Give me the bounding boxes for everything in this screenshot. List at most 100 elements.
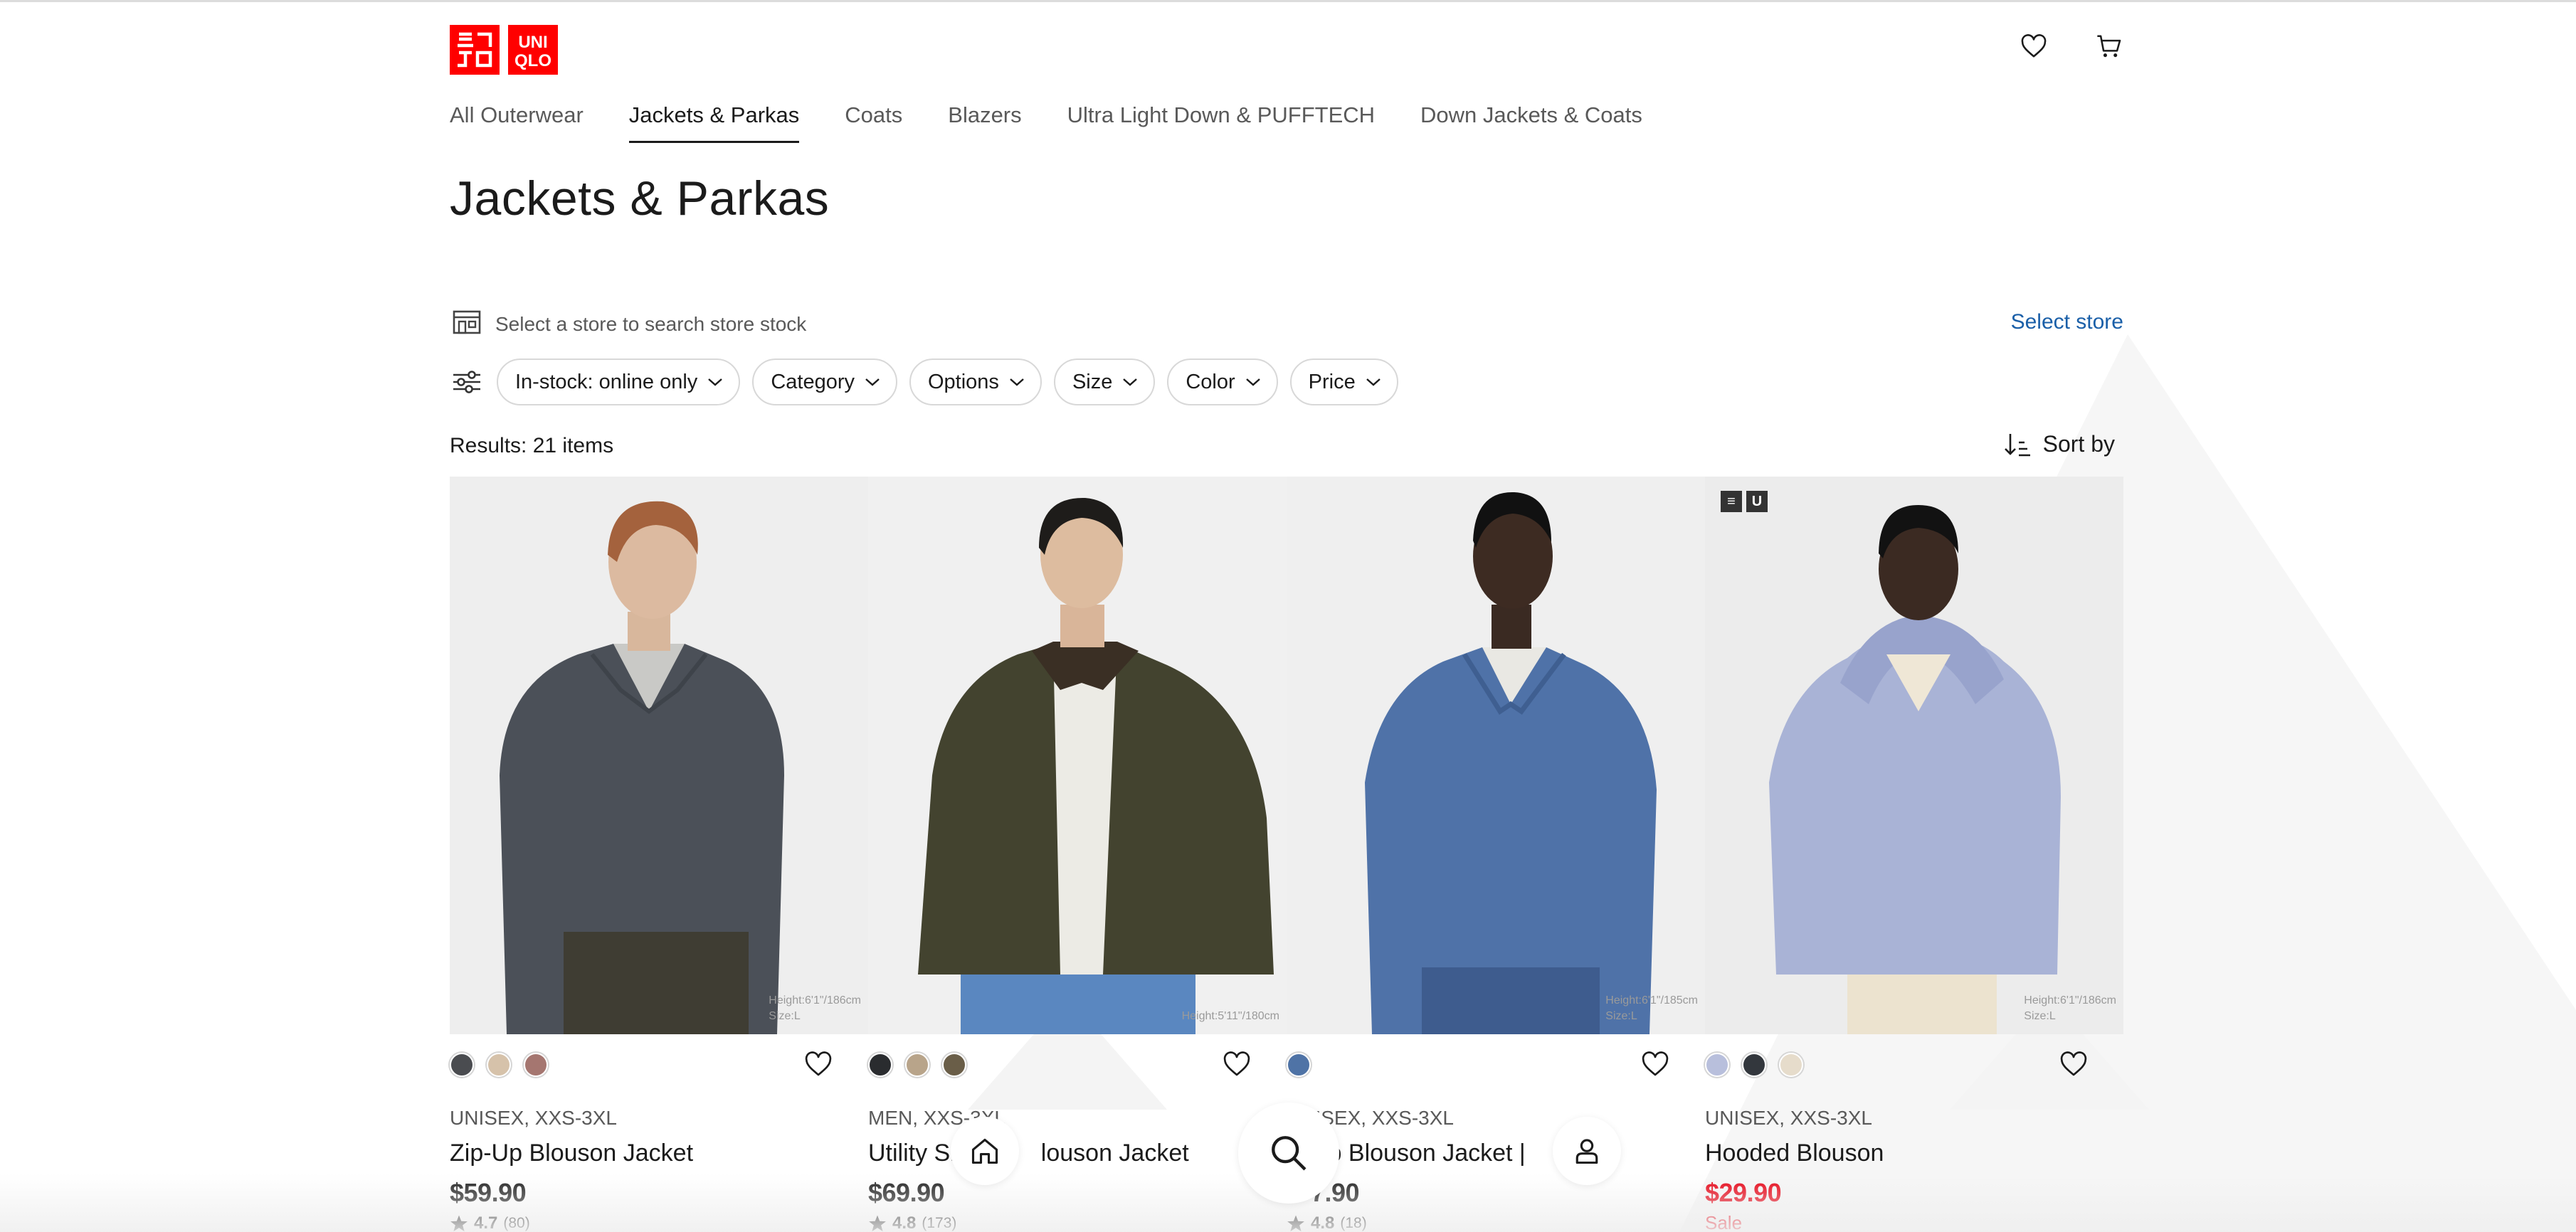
rating-value: 4.8 (892, 1214, 917, 1232)
heart-icon[interactable] (804, 1050, 833, 1078)
color-swatch[interactable] (524, 1053, 548, 1077)
results-row: Results: 21 items Sort by (450, 431, 2123, 460)
rating-value: 4.7 (474, 1214, 498, 1232)
product-name[interactable]: Hooded Blouson (1705, 1140, 1884, 1167)
search-button[interactable] (1238, 1103, 1339, 1204)
color-swatch[interactable] (942, 1053, 966, 1077)
product-rating: 4.8 (173) (868, 1214, 956, 1232)
heart-icon[interactable] (1223, 1050, 1251, 1078)
model-height: Height:6'1"/186cm (2024, 994, 2116, 1007)
badge-u: U (1746, 491, 1768, 512)
category-tabs: All Outerwear Jackets & Parkas Coats Bla… (450, 100, 1688, 145)
color-swatch[interactable] (1779, 1053, 1803, 1077)
chevron-down-icon (1366, 378, 1381, 386)
logo-block-latin: UNI QLO (508, 25, 558, 75)
model-info: Height:5'11"/180cm (1182, 1009, 1279, 1024)
home-button[interactable] (951, 1117, 1019, 1185)
color-swatches (450, 1053, 548, 1077)
model-info: Height:6'1"/186cm Size:L (769, 993, 861, 1024)
heart-icon[interactable] (1641, 1050, 1669, 1078)
product-rating: 4.8 (18) (1287, 1214, 1367, 1232)
badge-mark: ≡ (1721, 491, 1742, 512)
uniqlo-logo[interactable]: UNI QLO (450, 25, 558, 75)
filter-instock-chip[interactable]: In-stock: online only (497, 359, 741, 405)
tab-all-outerwear[interactable]: All Outerwear (450, 100, 584, 145)
color-swatches (1287, 1053, 1311, 1077)
product-name[interactable]: Zip-Up Blouson Jacket (450, 1140, 693, 1167)
product-name[interactable]: Utility Sl louson Jacket (868, 1140, 1189, 1167)
sort-by-button[interactable]: Sort by (2003, 431, 2115, 457)
product-price: $69.90 (868, 1178, 945, 1207)
cart-button[interactable] (2095, 32, 2123, 60)
model-photo-placeholder (450, 477, 868, 1034)
color-swatch[interactable] (1705, 1053, 1729, 1077)
product-image[interactable]: ≡ U Height:6'1"/186cm Size:L (1705, 477, 2123, 1034)
filter-bar: In-stock: online only Category Options S… (450, 359, 1410, 405)
rating-value: 4.8 (1311, 1214, 1335, 1232)
review-count: (18) (1340, 1215, 1367, 1231)
wishlist-button[interactable] (2020, 32, 2048, 60)
color-swatch[interactable] (905, 1053, 929, 1077)
results-count: Results: 21 items (450, 434, 614, 457)
tab-ultra-light-down[interactable]: Ultra Light Down & PUFFTECH (1067, 100, 1375, 145)
product-card[interactable]: Height:6'1"/185cm Size:L UNISEX, XXS-3XL … (1287, 477, 1705, 1232)
model-info: Height:6'1"/186cm Size:L (2024, 993, 2116, 1024)
tab-coats[interactable]: Coats (845, 100, 902, 145)
color-swatch[interactable] (868, 1053, 892, 1077)
model-height: Height:6'1"/185cm (1605, 994, 1698, 1007)
color-swatch[interactable] (450, 1053, 474, 1077)
store-prompt: Select a store to search store stock (495, 313, 807, 335)
tab-jackets-parkas[interactable]: Jackets & Parkas (628, 100, 800, 145)
model-size: Size:L (769, 1010, 801, 1022)
filter-size-chip[interactable]: Size (1053, 359, 1156, 405)
filter-category-chip[interactable]: Category (752, 359, 897, 405)
filter-settings-button[interactable] (451, 366, 482, 398)
color-swatch[interactable] (1742, 1053, 1766, 1077)
heart-icon[interactable] (2059, 1050, 2088, 1078)
model-photo-placeholder (1287, 477, 1705, 1034)
logo-line-2: QLO (514, 51, 551, 70)
sale-label: Sale (1705, 1212, 1743, 1232)
product-card[interactable]: ≡ U Height:6'1"/186cm Size:L UNISEX, XXS-3… (1705, 477, 2123, 1232)
product-sale-price: $29.90 (1705, 1178, 1782, 1207)
model-height: Height:6'1"/186cm (769, 994, 861, 1007)
product-card[interactable]: Height:5'11"/180cm MEN, XXS-3XL Utility … (868, 477, 1287, 1232)
page-title: Jackets & Parkas (450, 171, 830, 225)
review-count: (173) (922, 1215, 957, 1231)
color-swatch[interactable] (1287, 1053, 1311, 1077)
product-badge: ≡ U (1721, 491, 1768, 512)
chevron-down-icon (708, 378, 723, 386)
review-count: (80) (503, 1215, 530, 1231)
filter-label: Category (771, 370, 855, 393)
product-rating: 4.7 (80) (450, 1214, 530, 1232)
heart-icon (2021, 34, 2047, 58)
filter-options-chip[interactable]: Options (909, 359, 1042, 405)
star-icon (869, 1215, 886, 1232)
filter-label: Size (1072, 370, 1113, 393)
header-actions (2020, 32, 2123, 60)
logo-line-1: UNI (518, 33, 547, 52)
model-size: Size:L (2024, 1010, 2056, 1022)
product-gender-size: UNISEX, XXS-3XL (450, 1107, 617, 1129)
search-icon (1272, 1136, 1307, 1171)
product-image[interactable]: Height:5'11"/180cm (868, 477, 1287, 1034)
product-image[interactable]: Height:6'1"/185cm Size:L (1287, 477, 1705, 1034)
account-button[interactable] (1553, 1117, 1621, 1185)
product-name-end: louson Jacket (1040, 1140, 1189, 1167)
product-image[interactable]: Height:6'1"/186cm Size:L (450, 477, 868, 1034)
select-store-link[interactable]: Select store (2011, 310, 2123, 334)
filter-price-chip[interactable]: Price (1289, 359, 1398, 405)
filter-color-chip[interactable]: Color (1167, 359, 1278, 405)
logo-block-katakana (450, 25, 500, 75)
model-size: Size:L (1605, 1010, 1637, 1022)
tab-blazers[interactable]: Blazers (948, 100, 1021, 145)
model-height: Height:5'11"/180cm (1181, 1010, 1279, 1022)
color-swatch[interactable] (487, 1053, 511, 1077)
sliders-icon (453, 371, 480, 393)
star-icon (450, 1215, 468, 1232)
chevron-down-icon (1123, 378, 1138, 386)
color-swatches (1705, 1053, 1803, 1077)
tab-down-jackets-coats[interactable]: Down Jackets & Coats (1420, 100, 1642, 145)
product-gender-size: UNISEX, XXS-3XL (1705, 1107, 1872, 1129)
product-card[interactable]: Height:6'1"/186cm Size:L UNISEX, XXS-3XL … (450, 477, 868, 1232)
